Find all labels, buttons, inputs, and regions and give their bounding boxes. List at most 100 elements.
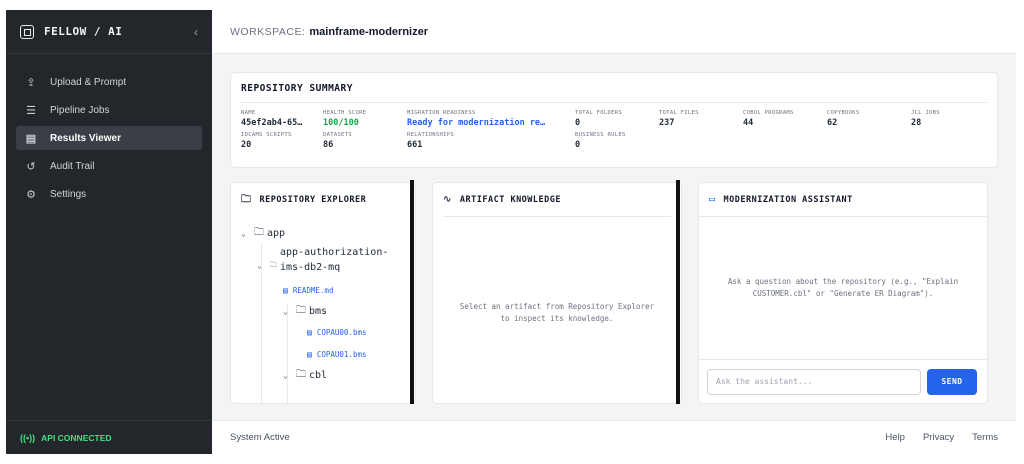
stat-key: TOTAL FILES: [659, 110, 699, 116]
sidebar: FELLOW / AI ‹ ⇪ Upload & Prompt ☰ Pipeli…: [6, 10, 212, 454]
sidebar-item-audit-trail[interactable]: ↺ Audit Trail: [16, 154, 202, 178]
panels-row: 🗀 REPOSITORY EXPLORER ⌄ 🗀 app ⌄ 🗀 app-au: [230, 180, 998, 404]
stat-migration-readiness: MIGRATION READINESS Ready for modernizat…: [407, 110, 575, 128]
explorer-scrollbar[interactable]: [410, 180, 414, 404]
tree-folder-app[interactable]: ⌄ 🗀 app: [241, 223, 405, 243]
footer-link-privacy[interactable]: Privacy: [923, 432, 954, 443]
chevron-down-icon: ⌄: [241, 228, 246, 238]
sidebar-item-label: Upload & Prompt: [50, 76, 127, 88]
assistant-input[interactable]: [707, 368, 921, 395]
stat-value: 44: [743, 118, 754, 128]
stat-idcams-scripts: IDCAMS SCRIPTS 20: [241, 132, 323, 150]
knowledge-scrollbar[interactable]: [676, 180, 680, 404]
explorer-title: REPOSITORY EXPLORER: [259, 195, 367, 205]
tree-file-readme[interactable]: ▤ README.md: [241, 279, 405, 301]
tree-label: bms: [309, 305, 328, 317]
stat-value: 0: [575, 118, 581, 128]
stat-health-score: HEALTH SCORE 100/100: [323, 110, 407, 128]
tree-folder-app-authorization[interactable]: ⌄ 🗀 app-authorization-ims-db2-mq: [241, 245, 405, 275]
tree-folder-bms[interactable]: ⌄ 🗀 bms: [241, 301, 405, 321]
workspace-label: WORKSPACE:: [230, 25, 306, 38]
summary-title: REPOSITORY SUMMARY: [241, 83, 987, 103]
database-icon: ☰: [26, 104, 36, 117]
tree-label: app-authorization-ims-db2-mq: [280, 247, 389, 273]
footer-link-terms[interactable]: Terms: [972, 432, 998, 443]
folder-icon: 🗀: [296, 304, 306, 316]
assistant-title: MODERNIZATION ASSISTANT: [723, 194, 853, 205]
stat-total-files: TOTAL FILES 237: [659, 110, 743, 128]
explorer-header: 🗀 REPOSITORY EXPLORER: [231, 183, 415, 217]
file-tree: ⌄ 🗀 app ⌄ 🗀 app-authorization-ims-db2-mq…: [231, 217, 415, 391]
stat-key: HEALTH SCORE: [323, 110, 367, 116]
repository-explorer: 🗀 REPOSITORY EXPLORER ⌄ 🗀 app ⌄ 🗀 app-au: [230, 182, 416, 404]
stat-relationships: RELATIONSHIPS 661: [407, 132, 575, 150]
api-status: ((•)) API CONNECTED: [6, 420, 212, 454]
chat-icon: ▭: [709, 194, 716, 205]
chevron-down-icon: ⌄: [257, 261, 262, 270]
folder-icon: 🗀: [296, 368, 306, 380]
stat-cobol-programs: COBOL PROGRAMS 44: [743, 110, 827, 128]
tree-label: COPAU00.bms: [316, 327, 367, 337]
knowledge-title: ARTIFACT KNOWLEDGE: [459, 194, 562, 205]
sidebar-item-pipeline-jobs[interactable]: ☰ Pipeline Jobs: [16, 98, 202, 122]
stat-key: NAME: [241, 110, 256, 116]
main-area: WORKSPACE: mainframe-modernizer REPOSITO…: [212, 10, 1016, 454]
stat-value: 45ef2ab4-65…: [241, 118, 303, 128]
stat-key: BUSINESS RULES: [575, 132, 626, 138]
sidebar-item-settings[interactable]: ⚙ Settings: [16, 182, 202, 206]
stat-value: 20: [241, 140, 252, 150]
stat-value: 28: [911, 118, 922, 128]
stat-value: 237: [659, 118, 675, 128]
stat-value: 86: [323, 140, 334, 150]
tree-guide: [287, 303, 288, 403]
tree-folder-cbl[interactable]: ⌄ 🗀 cbl: [241, 365, 405, 385]
file-icon: ▤: [307, 327, 312, 337]
stat-value: 62: [827, 118, 838, 128]
stat-value: Ready for modernization re…: [407, 118, 546, 128]
sidebar-item-upload-prompt[interactable]: ⇪ Upload & Prompt: [16, 70, 202, 94]
file-icon: ▤: [307, 349, 312, 359]
chip-icon: [20, 24, 34, 39]
sidebar-item-label: Results Viewer: [50, 132, 121, 144]
workspace-header: WORKSPACE: mainframe-modernizer: [212, 10, 1016, 54]
send-button[interactable]: SEND: [927, 368, 977, 395]
chevron-left-icon[interactable]: ‹: [194, 25, 198, 39]
brand-header: FELLOW / AI ‹: [6, 10, 212, 54]
stat-key: TOTAL FOLDERS: [575, 110, 622, 116]
folder-icon: 🗀: [270, 261, 277, 269]
stat-name: NAME 45ef2ab4-65…: [241, 110, 323, 128]
content-area: REPOSITORY SUMMARY NAME 45ef2ab4-65… HEA…: [212, 54, 1016, 420]
brand-title: FELLOW / AI: [44, 25, 123, 38]
repository-summary: REPOSITORY SUMMARY NAME 45ef2ab4-65… HEA…: [230, 72, 998, 168]
file-icon: ▤: [283, 285, 288, 295]
folder-icon: 🗀: [254, 226, 264, 238]
stat-jcl-jobs: JCL JOBS 28: [911, 110, 971, 128]
chevron-down-icon: ⌄: [283, 370, 288, 380]
stat-key: MIGRATION READINESS: [407, 110, 476, 116]
stat-value: 100/100: [323, 118, 359, 128]
tree-label: app: [267, 227, 286, 239]
stat-key: COBOL PROGRAMS: [743, 110, 794, 116]
knowledge-header: ∿ ARTIFACT KNOWLEDGE: [443, 183, 671, 217]
stat-datasets: DATASETS 86: [323, 132, 407, 150]
workspace-name: mainframe-modernizer: [309, 25, 428, 38]
footer-link-help[interactable]: Help: [885, 432, 905, 443]
sidebar-nav: ⇪ Upload & Prompt ☰ Pipeline Jobs ▤ Resu…: [6, 54, 212, 206]
stat-total-folders: TOTAL FOLDERS 0: [575, 110, 659, 128]
modernization-assistant: ▭ MODERNIZATION ASSISTANT Ask a question…: [698, 182, 988, 404]
tree-label: cbl: [309, 369, 328, 381]
system-status: System Active: [230, 432, 290, 443]
tree-file-copau01[interactable]: ▤ COPAU01.bms: [241, 343, 405, 365]
assistant-input-bar: SEND: [699, 359, 987, 403]
artifact-knowledge: ∿ ARTIFACT KNOWLEDGE Select an artifact …: [432, 182, 682, 404]
history-icon: ↺: [26, 160, 36, 173]
sidebar-item-results-viewer[interactable]: ▤ Results Viewer: [16, 126, 202, 150]
summary-stats: NAME 45ef2ab4-65… HEALTH SCORE 100/100 M…: [241, 110, 987, 150]
knowledge-placeholder: Select an artifact from Repository Explo…: [459, 302, 655, 323]
signal-icon: ((•)): [20, 432, 36, 443]
sidebar-item-label: Settings: [50, 188, 87, 200]
activity-icon: ∿: [443, 194, 452, 205]
stat-business-rules: BUSINESS RULES 0: [575, 132, 659, 150]
gear-icon: ⚙: [26, 188, 36, 201]
tree-file-copau00[interactable]: ▤ COPAU00.bms: [241, 321, 405, 343]
